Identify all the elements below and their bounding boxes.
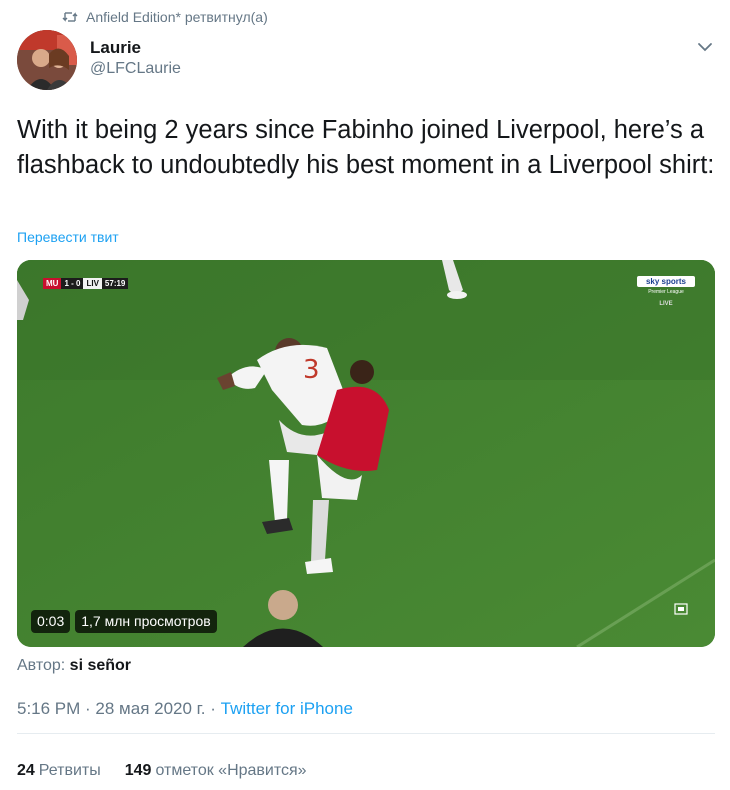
home-team: MU: [43, 278, 62, 289]
chevron-down-icon[interactable]: [694, 36, 716, 58]
divider: [17, 733, 715, 734]
avatar[interactable]: [17, 30, 77, 90]
retweets-label: Ретвиты: [38, 762, 101, 779]
user-handle[interactable]: @LFCLaurie: [90, 58, 181, 80]
fullscreen-icon[interactable]: [674, 603, 688, 615]
score: 1 - 0: [61, 278, 84, 289]
likes-stat[interactable]: 149 отметок «Нравится»: [125, 762, 307, 780]
user-info[interactable]: Laurie @LFCLaurie: [90, 38, 181, 80]
video-player[interactable]: 3 MU 1 - 0 LIV 57:19 sky sports Premier …: [17, 260, 715, 647]
video-info-overlay: 0:03 1,7 млн просмотров: [31, 610, 217, 633]
scorebug: MU 1 - 0 LIV 57:19: [43, 278, 129, 289]
retweet-context-text[interactable]: Anfield Edition* ретвитнул(а): [86, 9, 268, 25]
translate-tweet-link[interactable]: Перевести твит: [17, 229, 119, 245]
video-frame: 3: [17, 260, 715, 647]
retweets-stat[interactable]: 24 Ретвиты: [17, 762, 101, 780]
view-count: 1,7 млн просмотров: [75, 610, 217, 633]
match-clock: 57:19: [101, 278, 129, 289]
broadcaster-logo: sky sports Premier League LIVE: [637, 276, 695, 307]
attribution-prefix: Автор:: [17, 657, 66, 674]
attribution-name[interactable]: si señor: [70, 657, 131, 674]
league-label: Premier League: [648, 289, 684, 295]
retweets-count: 24: [17, 762, 35, 779]
tweet-source-link[interactable]: Twitter for iPhone: [221, 699, 353, 718]
tweet-stats: 24 Ретвиты 149 отметок «Нравится»: [17, 762, 307, 780]
likes-count: 149: [124, 762, 152, 779]
retweet-context: Anfield Edition* ретвитнул(а): [62, 9, 268, 25]
media-attribution: Автор: si señor: [17, 657, 131, 675]
tweet-meta: 5:16 PM · 28 мая 2020 г. · Twitter for i…: [17, 699, 353, 719]
video-duration: 0:03: [31, 610, 71, 633]
retweet-icon: [62, 12, 78, 22]
away-team: LIV: [83, 278, 102, 289]
live-label: LIVE: [659, 301, 673, 307]
sky-sports-logo: sky sports: [637, 276, 695, 287]
avatar-image: [17, 30, 77, 90]
svg-text:3: 3: [303, 355, 320, 385]
tweet-text: With it being 2 years since Fabinho join…: [17, 116, 715, 179]
likes-label: отметок «Нравится»: [155, 762, 307, 779]
display-name[interactable]: Laurie: [90, 38, 181, 58]
tweet-timestamp[interactable]: 5:16 PM · 28 мая 2020 г. ·: [17, 699, 221, 718]
